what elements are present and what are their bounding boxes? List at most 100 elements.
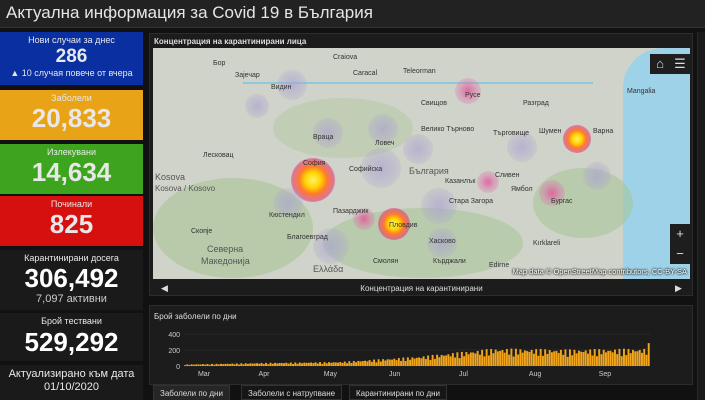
- daily-bar[interactable]: [406, 357, 409, 366]
- daily-bar[interactable]: [492, 353, 495, 366]
- daily-bar[interactable]: [607, 350, 610, 366]
- daily-bar[interactable]: [274, 362, 276, 366]
- daily-bar[interactable]: [253, 363, 256, 366]
- daily-bar[interactable]: [404, 360, 407, 366]
- layer-list-button[interactable]: ☰: [670, 54, 690, 74]
- daily-bar[interactable]: [352, 360, 355, 366]
- daily-bar[interactable]: [411, 357, 414, 366]
- daily-bar[interactable]: [303, 362, 306, 366]
- daily-bar[interactable]: [503, 352, 506, 366]
- daily-bar[interactable]: [571, 355, 574, 366]
- daily-bar[interactable]: [244, 363, 247, 366]
- daily-bar[interactable]: [420, 358, 423, 366]
- daily-bar[interactable]: [296, 363, 299, 366]
- daily-bar[interactable]: [190, 364, 193, 366]
- daily-bar[interactable]: [377, 359, 380, 366]
- new-cases-card[interactable]: Нови случаи за днес 286 ▲ 10 случая пове…: [0, 32, 143, 85]
- quarantined-card[interactable]: Карантинирани досега 306,492 7,097 актив…: [0, 250, 143, 310]
- daily-bar[interactable]: [262, 364, 265, 366]
- daily-bar[interactable]: [294, 362, 297, 366]
- daily-bar[interactable]: [620, 356, 623, 366]
- daily-bar[interactable]: [598, 349, 601, 366]
- daily-bar[interactable]: [465, 351, 468, 366]
- daily-bar[interactable]: [283, 363, 286, 366]
- daily-bar[interactable]: [265, 362, 267, 366]
- daily-bar[interactable]: [215, 363, 218, 366]
- daily-bar[interactable]: [370, 361, 373, 366]
- daily-bar[interactable]: [280, 363, 283, 366]
- daily-bar[interactable]: [438, 357, 441, 366]
- daily-bar[interactable]: [330, 362, 333, 366]
- daily-bar[interactable]: [184, 365, 186, 366]
- daily-bar[interactable]: [402, 357, 405, 366]
- daily-bar[interactable]: [384, 360, 387, 366]
- daily-bar[interactable]: [204, 364, 207, 366]
- daily-bar[interactable]: [397, 358, 400, 366]
- daily-bar[interactable]: [334, 362, 337, 366]
- daily-bar[interactable]: [427, 355, 430, 366]
- next-page-arrow[interactable]: ▶: [675, 283, 682, 294]
- daily-bar[interactable]: [577, 350, 580, 366]
- daily-bar[interactable]: [343, 361, 346, 366]
- daily-bar[interactable]: [278, 363, 281, 366]
- daily-bar[interactable]: [467, 354, 470, 366]
- daily-bar[interactable]: [271, 363, 274, 366]
- daily-bar[interactable]: [364, 360, 367, 366]
- daily-bar[interactable]: [553, 351, 556, 366]
- daily-bar[interactable]: [310, 362, 313, 366]
- home-button[interactable]: ⌂: [650, 54, 670, 74]
- daily-bar[interactable]: [379, 361, 382, 366]
- daily-bar[interactable]: [519, 349, 522, 366]
- daily-bar[interactable]: [562, 354, 565, 366]
- daily-bar[interactable]: [634, 351, 637, 366]
- daily-bar[interactable]: [424, 358, 427, 366]
- daily-bar[interactable]: [514, 348, 517, 366]
- daily-bar[interactable]: [269, 362, 272, 366]
- daily-bar[interactable]: [508, 354, 511, 366]
- daily-bar[interactable]: [287, 363, 290, 366]
- daily-bar[interactable]: [537, 355, 540, 366]
- daily-bar[interactable]: [224, 363, 227, 366]
- daily-bar[interactable]: [440, 354, 443, 366]
- daily-bar[interactable]: [346, 363, 349, 366]
- daily-bar[interactable]: [393, 358, 396, 366]
- daily-bar[interactable]: [629, 353, 632, 366]
- daily-bar[interactable]: [319, 362, 322, 366]
- daily-bar[interactable]: [625, 355, 628, 366]
- daily-bar[interactable]: [586, 353, 589, 366]
- daily-bar[interactable]: [618, 348, 621, 366]
- daily-bar[interactable]: [499, 350, 502, 366]
- daily-bar[interactable]: [226, 363, 229, 366]
- tab-cumulative[interactable]: Заболели с натрупване: [241, 385, 343, 400]
- daily-bar[interactable]: [332, 362, 335, 366]
- daily-bar[interactable]: [447, 354, 450, 366]
- daily-bar[interactable]: [555, 350, 558, 366]
- daily-cases-chart[interactable]: 400 200 0 Mar Apr May Jun Jul Aug Sep: [150, 328, 692, 384]
- daily-bar[interactable]: [366, 361, 369, 366]
- daily-bar[interactable]: [575, 353, 578, 366]
- daily-bar[interactable]: [591, 355, 594, 366]
- daily-bar[interactable]: [433, 358, 436, 366]
- daily-bar[interactable]: [600, 354, 603, 366]
- daily-bar[interactable]: [557, 352, 560, 366]
- daily-bar[interactable]: [359, 361, 362, 366]
- right-scrollbar[interactable]: [697, 32, 705, 400]
- daily-bar[interactable]: [463, 356, 466, 366]
- zoom-out-button[interactable]: −: [670, 244, 690, 264]
- daily-bar[interactable]: [530, 349, 533, 366]
- daily-bar[interactable]: [458, 358, 461, 366]
- daily-bar[interactable]: [622, 348, 625, 366]
- daily-bar[interactable]: [436, 354, 439, 366]
- daily-bar[interactable]: [247, 363, 249, 366]
- daily-bar[interactable]: [548, 350, 551, 366]
- daily-bar[interactable]: [314, 362, 317, 366]
- daily-bar[interactable]: [445, 355, 448, 366]
- daily-bar[interactable]: [220, 363, 222, 366]
- daily-bar[interactable]: [321, 363, 324, 366]
- daily-bar[interactable]: [242, 364, 245, 366]
- daily-bar[interactable]: [483, 356, 486, 366]
- daily-bar[interactable]: [186, 364, 189, 366]
- daily-bar[interactable]: [328, 362, 331, 366]
- daily-bar[interactable]: [431, 354, 434, 366]
- daily-bar[interactable]: [523, 350, 526, 366]
